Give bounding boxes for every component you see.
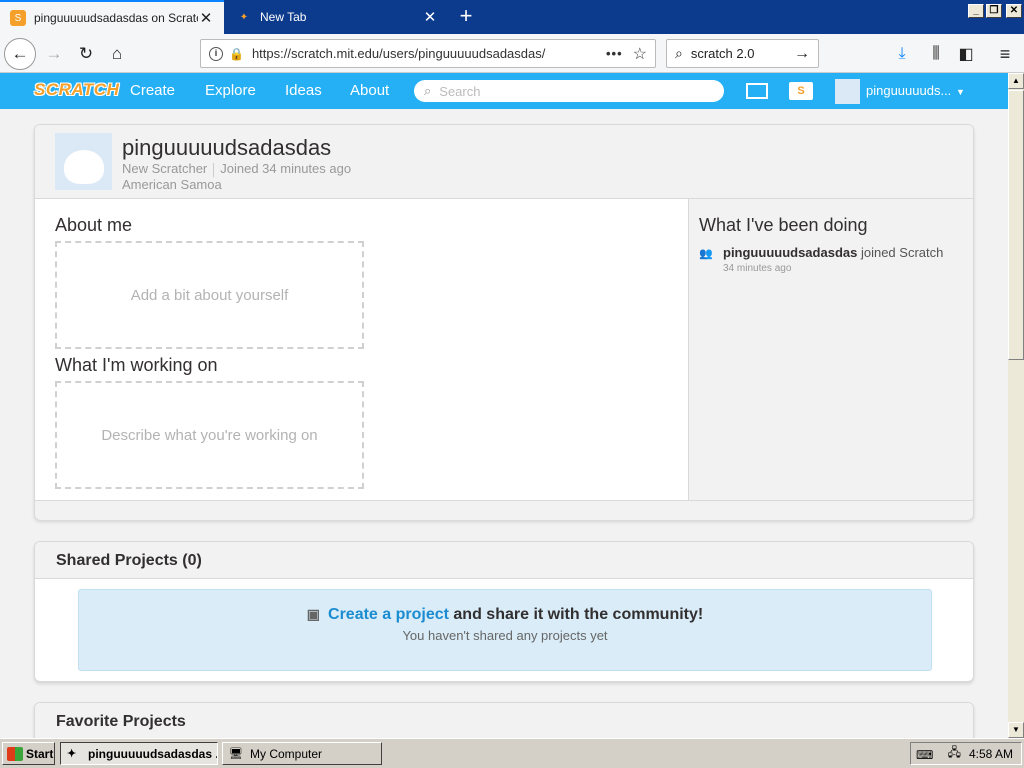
profile-bio-column: About me Add a bit about yourself What I… bbox=[35, 199, 688, 500]
chevron-down-icon[interactable]: ▼ bbox=[956, 87, 965, 97]
activity-text: pinguuuuudsadasdas joined Scratch bbox=[723, 245, 943, 260]
shared-projects-box: Shared Projects (0) ▣ Create a project an… bbox=[34, 541, 974, 682]
scratch-logo[interactable]: SCRATCH bbox=[34, 80, 119, 102]
scroll-up-arrow-icon[interactable]: ▲ bbox=[1008, 73, 1024, 89]
scratch-header: SCRATCH Create Explore Ideas About ⌕ Sea… bbox=[0, 73, 1008, 109]
system-tray: 🖧 4:58 AM bbox=[910, 742, 1022, 765]
vertical-scrollbar[interactable]: ▲ ▼ bbox=[1008, 73, 1024, 738]
my-stuff-folder-icon[interactable]: S bbox=[789, 82, 813, 100]
windows-flag-icon bbox=[7, 746, 23, 761]
about-me-heading: About me bbox=[55, 215, 133, 235]
create-project-link[interactable]: Create a project bbox=[328, 606, 449, 623]
search-bar[interactable]: ⌕ scratch 2.0 → bbox=[666, 39, 819, 68]
search-go-arrow-icon[interactable]: → bbox=[794, 45, 810, 63]
profile-meta: New Scratcher Joined 34 minutes ago bbox=[122, 161, 351, 177]
about-me-textarea[interactable]: Add a bit about yourself bbox=[55, 241, 364, 349]
url-bar[interactable]: i 🔒 https://scratch.mit.edu/users/pinguu… bbox=[200, 39, 656, 68]
profile-avatar[interactable] bbox=[55, 133, 112, 190]
profile-box: pinguuuuudsadasdas New Scratcher Joined 3… bbox=[34, 124, 974, 520]
nav-explore[interactable]: Explore bbox=[205, 73, 256, 109]
favorite-projects-heading: Favorite Projects bbox=[35, 703, 973, 738]
search-icon: ⌕ bbox=[424, 83, 432, 98]
profile-location: American Samoa bbox=[122, 177, 222, 192]
download-icon[interactable]: ⤓ bbox=[889, 41, 915, 67]
page-content: pinguuuuudsadasdas New Scratcher Joined 3… bbox=[0, 109, 1008, 738]
empty-notice-sub: You haven't shared any projects yet bbox=[402, 628, 608, 643]
tab-title: New Tab bbox=[260, 10, 307, 24]
activity-heading: What I've been doing bbox=[699, 215, 868, 235]
activity-time: 34 minutes ago bbox=[723, 263, 792, 274]
url-text[interactable]: https://scratch.mit.edu/users/pinguuuuud… bbox=[252, 46, 596, 61]
scrollbar-thumb[interactable] bbox=[1008, 90, 1024, 360]
network-icon[interactable]: 🖧 bbox=[948, 743, 961, 764]
users-icon: 👥 bbox=[699, 248, 713, 260]
scratch-search-input[interactable]: ⌕ Search bbox=[414, 80, 724, 102]
profile-header: pinguuuuudsadasdas New Scratcher Joined 3… bbox=[35, 125, 973, 199]
navigation-toolbar: ← → ↻ ⌂ i 🔒 https://scratch.mit.edu/user… bbox=[0, 34, 1024, 73]
messages-envelope-icon[interactable] bbox=[746, 83, 768, 99]
scratcher-status: New Scratcher bbox=[122, 161, 208, 176]
reload-icon[interactable]: ↻ bbox=[72, 40, 100, 68]
close-tab-icon[interactable]: ✕ bbox=[198, 9, 214, 27]
page-actions-icon[interactable]: ••• bbox=[606, 46, 623, 61]
profile-username: pinguuuuudsadasdas bbox=[122, 135, 332, 160]
working-on-heading: What I'm working on bbox=[55, 355, 218, 375]
working-on-textarea[interactable]: Describe what you're working on bbox=[55, 381, 364, 489]
empty-notice-line: ▣ Create a project and share it with the … bbox=[79, 606, 931, 624]
start-label: Start bbox=[26, 746, 54, 761]
taskbar-my-computer-window[interactable]: 🖥 My Computer bbox=[222, 742, 382, 765]
window-controls: _ ❐ ✕ bbox=[968, 4, 1022, 18]
scratch-cat-icon bbox=[63, 150, 104, 184]
new-tab-plus-icon[interactable]: + bbox=[452, 3, 480, 31]
profile-footer bbox=[35, 500, 973, 520]
activity-item: 👥 pinguuuuudsadasdas joined Scratch 34 m… bbox=[699, 245, 943, 274]
tab-title: pinguuuuudsadasdas on Scratch bbox=[34, 11, 198, 25]
activity-column: What I've been doing 👥 pinguuuuudsadasda… bbox=[688, 199, 973, 500]
projects-folder-icon: ▣ bbox=[306, 606, 321, 622]
clock[interactable]: 4:58 AM bbox=[969, 747, 1013, 761]
scroll-down-arrow-icon[interactable]: ▼ bbox=[1008, 722, 1024, 738]
bookmark-star-icon[interactable]: ☆ bbox=[633, 44, 647, 64]
search-icon: ⌕ bbox=[675, 45, 683, 61]
hamburger-menu-icon[interactable]: ≡ bbox=[992, 41, 1018, 67]
computer-icon: 🖥 bbox=[229, 747, 243, 760]
empty-projects-notice: ▣ Create a project and share it with the … bbox=[78, 589, 932, 671]
sidebar-icon[interactable]: ◧ bbox=[953, 41, 979, 67]
info-icon[interactable]: i bbox=[209, 46, 223, 61]
firefox-favicon-icon: ✦ bbox=[239, 11, 249, 23]
start-button[interactable]: Start bbox=[2, 742, 55, 765]
search-placeholder: Search bbox=[439, 83, 481, 99]
tab-scratch-profile[interactable]: S pinguuuuudsadasdas on Scratch ✕ bbox=[0, 0, 224, 34]
empty-notice-rest: and share it with the community! bbox=[453, 606, 704, 623]
windows-taskbar: Start ✦ pinguuuuudsadasdas ... 🖥 My Comp… bbox=[0, 738, 1024, 768]
taskbar-firefox-window[interactable]: ✦ pinguuuuudsadasdas ... bbox=[60, 742, 218, 765]
forward-arrow-icon[interactable]: → bbox=[40, 40, 68, 68]
minimize-icon[interactable]: _ bbox=[968, 4, 984, 18]
search-input[interactable]: scratch 2.0 bbox=[691, 46, 794, 61]
account-username[interactable]: pinguuuuuds... bbox=[866, 73, 951, 109]
home-icon[interactable]: ⌂ bbox=[103, 40, 131, 68]
nav-ideas[interactable]: Ideas bbox=[285, 73, 322, 109]
lock-icon[interactable]: 🔒 bbox=[229, 47, 244, 61]
scratch-favicon-icon: S bbox=[10, 10, 26, 26]
nav-create[interactable]: Create bbox=[130, 73, 175, 109]
favorite-projects-box: Favorite Projects bbox=[34, 702, 974, 738]
taskbar-window-title: pinguuuuudsadasdas ... bbox=[88, 746, 218, 761]
tab-strip: S pinguuuuudsadasdas on Scratch ✕ ✦ New … bbox=[0, 0, 1024, 34]
avatar[interactable] bbox=[835, 79, 860, 104]
restore-icon[interactable]: ❐ bbox=[986, 4, 1002, 18]
activity-action: joined Scratch bbox=[860, 245, 944, 260]
firefox-icon: ✦ bbox=[67, 747, 77, 760]
nav-about[interactable]: About bbox=[350, 73, 389, 109]
library-icon[interactable]: ⫼ bbox=[923, 41, 949, 67]
shared-projects-heading: Shared Projects (0) bbox=[35, 542, 973, 579]
close-window-icon[interactable]: ✕ bbox=[1006, 4, 1022, 18]
taskbar-window-title: My Computer bbox=[250, 746, 323, 761]
back-arrow-icon[interactable]: ← bbox=[4, 38, 36, 70]
tab-new-tab[interactable]: ✦ New Tab ✕ bbox=[226, 0, 448, 34]
joined-time: Joined 34 minutes ago bbox=[220, 161, 352, 176]
close-tab-icon[interactable]: ✕ bbox=[422, 8, 438, 26]
activity-user-link[interactable]: pinguuuuudsadasdas bbox=[723, 245, 857, 260]
